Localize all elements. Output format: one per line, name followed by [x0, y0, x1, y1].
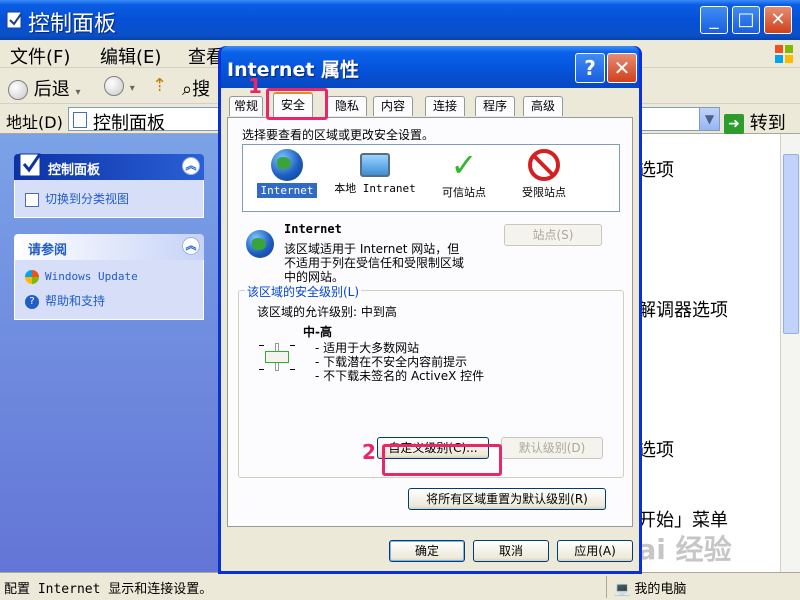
- zone-local-intranet[interactable]: 本地 Intranet: [327, 149, 423, 197]
- address-folder-icon: [73, 112, 87, 128]
- up-folder-icon[interactable]: ⇡: [152, 75, 167, 96]
- minimize-button[interactable]: _: [700, 6, 728, 34]
- tab-privacy[interactable]: 隐私: [327, 96, 367, 116]
- go-label: 转到: [749, 113, 786, 134]
- globe-icon: [246, 230, 274, 258]
- windows-update-link[interactable]: Windows Update: [25, 270, 138, 284]
- allowed-level-text: 该区域的允许级别: 中到高: [257, 305, 397, 319]
- zone-trusted-sites[interactable]: ✓ 可信站点: [429, 149, 499, 201]
- back-button[interactable]: 后退 ▾: [8, 75, 81, 101]
- dialog-title: Internet 属性: [227, 59, 360, 81]
- level-name: 中-高: [303, 325, 332, 339]
- main-window-title: 控制面板: [28, 12, 117, 37]
- dialog-close-button[interactable]: ✕: [607, 53, 637, 83]
- vertical-scrollbar[interactable]: [780, 134, 800, 572]
- scrollbar-thumb[interactable]: [783, 154, 799, 334]
- globe-icon: [271, 149, 303, 181]
- collapse-icon[interactable]: ︽: [182, 157, 200, 175]
- content-item[interactable]: 选项: [638, 436, 674, 462]
- ok-button[interactable]: 确定: [389, 540, 465, 562]
- help-button[interactable]: ?: [575, 53, 605, 83]
- address-value: 控制面板: [93, 113, 165, 134]
- control-panel-section: 控制面板 ︽ 切换到分类视图: [14, 153, 204, 218]
- apply-button[interactable]: 应用(A): [557, 540, 633, 562]
- dialog-titlebar[interactable]: Internet 属性 ? ✕: [221, 46, 639, 88]
- intranet-icon: [360, 153, 390, 177]
- checkmark-icon: ✓: [450, 146, 478, 184]
- windows-update-icon: [25, 270, 39, 284]
- status-bar: 配置 Internet 显示和连接设置。 💻 我的电脑: [0, 572, 800, 600]
- search-button[interactable]: ⌕搜: [182, 75, 210, 101]
- status-text: 配置 Internet 显示和连接设置。: [4, 582, 213, 597]
- search-icon: ⌕: [182, 79, 193, 100]
- step-1-highlight: [266, 88, 328, 120]
- go-button[interactable]: ➜ 转到: [724, 109, 786, 135]
- zone-list: Internet 本地 Intranet ✓ 可信站点 受限站点: [242, 144, 620, 212]
- status-zone: 💻 我的电脑: [614, 582, 687, 597]
- step-2-highlight: [382, 444, 502, 476]
- chevron-down-icon[interactable]: ▼: [699, 108, 719, 130]
- restricted-icon: [528, 149, 560, 181]
- menu-file[interactable]: 文件(F): [10, 43, 70, 69]
- tab-programs[interactable]: 程序: [475, 96, 515, 116]
- switch-to-category-view-link[interactable]: 切换到分类视图: [25, 190, 129, 207]
- internet-properties-dialog: Internet 属性 ? ✕ 常规 安全 隐私 内容 连接 程序 高级 选择要…: [218, 46, 642, 574]
- menu-edit[interactable]: 编辑(E): [100, 43, 161, 69]
- control-panel-icon: [6, 11, 22, 29]
- close-button[interactable]: ✕: [764, 6, 792, 34]
- tab-general[interactable]: 常规: [229, 96, 263, 116]
- help-icon: ?: [25, 294, 39, 309]
- collapse-icon[interactable]: ︽: [182, 237, 200, 255]
- forward-arrow-icon: [104, 76, 124, 96]
- back-arrow-icon: [8, 80, 28, 100]
- windows-logo-icon: [775, 45, 793, 63]
- security-level-slider[interactable]: [257, 343, 297, 371]
- step-1-number: 1: [248, 74, 262, 98]
- dialog-body: 常规 安全 隐私 内容 连接 程序 高级 选择要查看的区域或更改安全设置。 In…: [221, 88, 639, 571]
- reset-all-zones-button[interactable]: 将所有区域重置为默认级别(R): [408, 488, 606, 510]
- sites-button[interactable]: 站点(S): [504, 224, 602, 246]
- go-arrow-icon: ➜: [724, 114, 744, 134]
- control-panel-section-title: 控制面板: [48, 163, 101, 178]
- see-also-header[interactable]: 请参阅 ︽: [14, 234, 204, 260]
- control-panel-section-header[interactable]: 控制面板 ︽: [14, 153, 204, 180]
- maximize-button[interactable]: □: [732, 6, 760, 34]
- slider-knob[interactable]: [265, 351, 289, 363]
- forward-button[interactable]: ▾: [104, 75, 135, 96]
- search-label: 搜: [192, 79, 211, 100]
- default-level-button[interactable]: 默认级别(D): [501, 437, 603, 459]
- tab-content[interactable]: 内容: [373, 96, 413, 116]
- zone-prompt: 选择要查看的区域或更改安全设置。: [242, 128, 435, 142]
- my-computer-icon: 💻: [614, 582, 631, 597]
- switch-view-icon: [25, 192, 39, 207]
- tab-connections[interactable]: 连接: [425, 96, 465, 116]
- content-item[interactable]: 解调器选项: [638, 296, 728, 322]
- control-panel-icon: [19, 153, 42, 177]
- address-label: 地址(D): [6, 113, 63, 132]
- security-level-label: 该区域的安全级别(L): [245, 283, 362, 300]
- content-item[interactable]: 选项: [638, 156, 674, 182]
- main-titlebar[interactable]: 控制面板 _ □ ✕: [0, 0, 800, 40]
- zone-restricted-sites[interactable]: 受限站点: [509, 149, 579, 201]
- help-and-support-link[interactable]: ? 帮助和支持: [25, 292, 105, 309]
- back-label: 后退: [33, 79, 70, 100]
- cancel-button[interactable]: 取消: [473, 540, 549, 562]
- see-also-section: 请参阅 ︽ Windows Update ? 帮助和支持: [14, 234, 204, 320]
- zone-info-title: Internet: [284, 222, 342, 236]
- level-description: - 不下载未签名的 ActiveX 控件: [315, 369, 485, 383]
- see-also-title: 请参阅: [28, 243, 68, 258]
- zone-internet[interactable]: Internet: [257, 149, 317, 198]
- task-pane: 控制面板 ︽ 切换到分类视图 请参阅 ︽ Windows Update ? 帮助和…: [0, 134, 218, 572]
- tab-advanced[interactable]: 高级: [523, 96, 563, 116]
- step-2-number: 2: [362, 440, 376, 464]
